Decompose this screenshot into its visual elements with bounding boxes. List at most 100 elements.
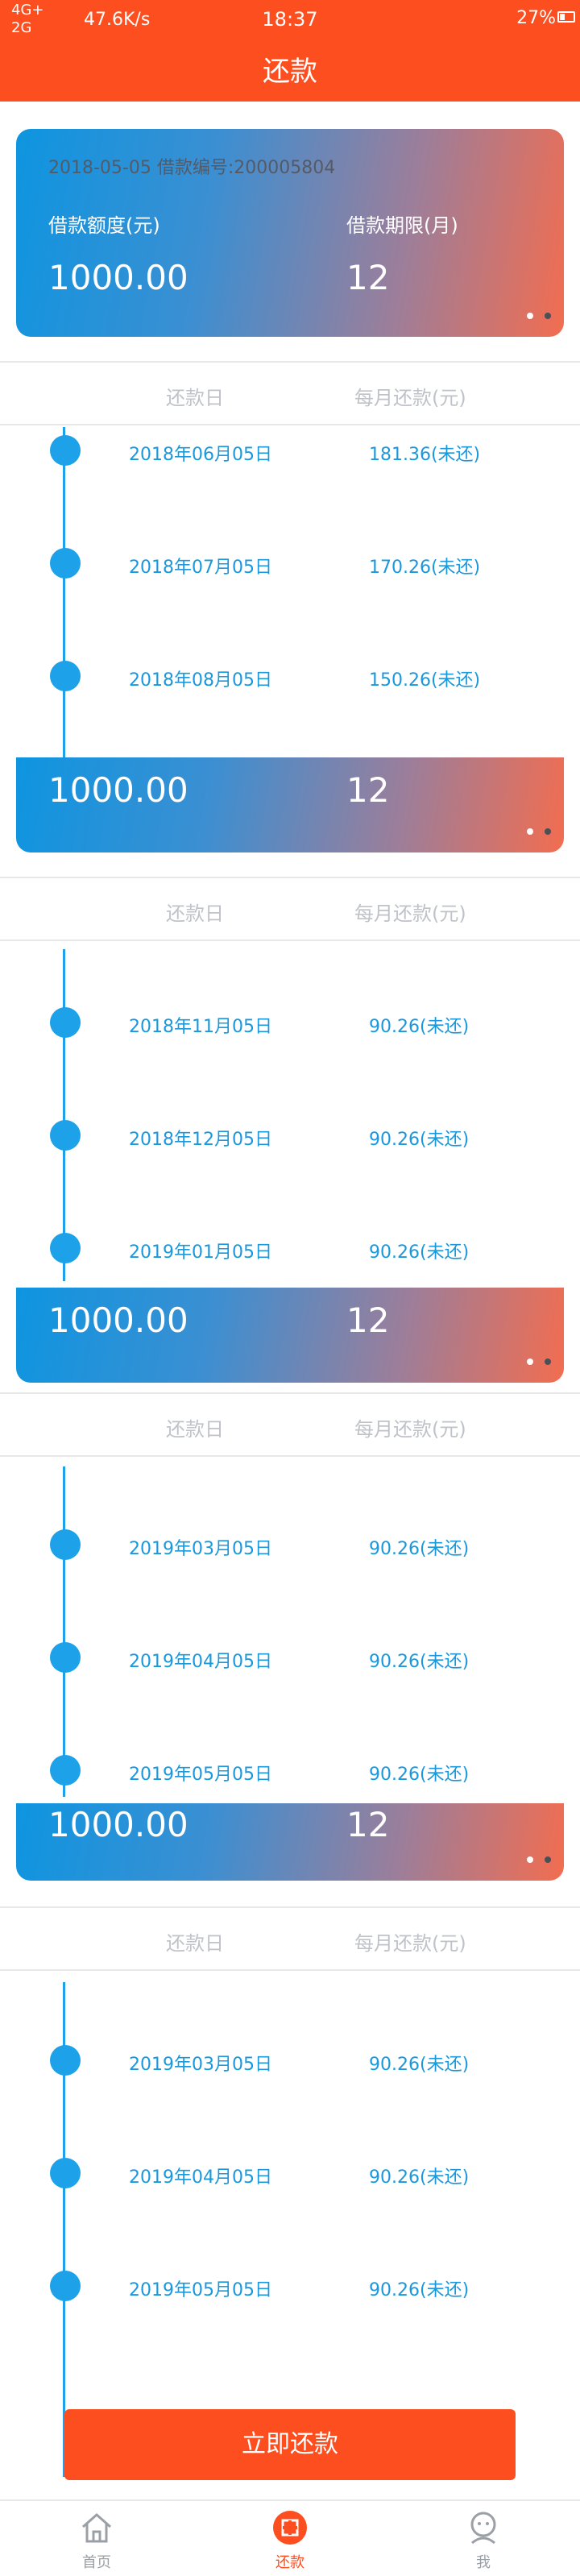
status-bar: 4G+ 2G 47.6K/s 18:37 27% bbox=[0, 0, 580, 42]
table-header: 还款日 每月还款(元) bbox=[0, 1392, 580, 1457]
loan-term: 12 bbox=[346, 1300, 390, 1340]
list-item: 2019年05月05日 90.26(未还) bbox=[0, 2271, 580, 2303]
timeline-node bbox=[50, 1233, 81, 1263]
card-pager[interactable] bbox=[516, 1851, 551, 1866]
loan-card: 1000.00 12 bbox=[16, 757, 564, 852]
loan-amount: 1000.00 bbox=[48, 1805, 188, 1844]
repay-amount: 90.26(未还) bbox=[369, 1017, 470, 1037]
loan-term: 12 bbox=[346, 258, 390, 297]
repay-amount: 90.26(未还) bbox=[369, 2167, 470, 2188]
card-pager[interactable] bbox=[516, 1353, 551, 1368]
loan-term: 12 bbox=[346, 1805, 390, 1844]
repay-date: 2019年03月05日 bbox=[129, 2055, 272, 2075]
timeline-node bbox=[50, 2271, 81, 2301]
term-label: 借款期限(月) bbox=[346, 214, 458, 237]
timeline-node bbox=[50, 548, 81, 579]
timeline-line bbox=[63, 427, 65, 757]
loan-amount: 1000.00 bbox=[48, 770, 188, 810]
table-header: 还款日 每月还款(元) bbox=[0, 361, 580, 425]
timeline-node bbox=[50, 2045, 81, 2076]
repay-amount: 90.26(未还) bbox=[369, 2280, 470, 2300]
repay-date: 2018年07月05日 bbox=[129, 558, 272, 578]
loan-card: 2018-05-05 借款编号:200005804 借款额度(元) 借款期限(月… bbox=[16, 129, 564, 337]
tab-me-label: 我 bbox=[476, 2554, 491, 2571]
loan-date: 2018-05-05 借款编号:200005804 bbox=[48, 158, 336, 178]
timeline-node bbox=[50, 661, 81, 691]
timeline-node bbox=[50, 435, 81, 466]
repay-amount: 181.36(未还) bbox=[369, 445, 481, 465]
repay-date: 2019年04月05日 bbox=[129, 1652, 272, 1672]
loan-section-3: 1000.00 12 还款日 每月还款(元) 2019年03月05日 90.26… bbox=[0, 1288, 580, 1803]
date-col-header: 还款日 bbox=[166, 1932, 224, 1955]
timeline-line bbox=[63, 1466, 65, 1797]
loan-term: 12 bbox=[346, 770, 390, 810]
list-item: 2019年05月05日 90.26(未还) bbox=[0, 1755, 580, 1787]
tab-home[interactable]: 首页 bbox=[48, 2509, 145, 2572]
tab-repay[interactable]: 还款 bbox=[242, 2509, 338, 2572]
list-item: 2018年12月05日 90.26(未还) bbox=[0, 1120, 580, 1152]
repay-date: 2019年04月05日 bbox=[129, 2167, 272, 2188]
list-item: 2018年11月05日 90.26(未还) bbox=[0, 1007, 580, 1039]
amount-col-header: 每月还款(元) bbox=[354, 1418, 466, 1441]
date-col-header: 还款日 bbox=[166, 1418, 224, 1441]
timeline-node bbox=[50, 2158, 81, 2188]
repay-date: 2018年11月05日 bbox=[129, 1017, 272, 1037]
list-item: 2019年03月05日 90.26(未还) bbox=[0, 1529, 580, 1562]
repay-amount: 150.26(未还) bbox=[369, 670, 481, 691]
timeline-node bbox=[50, 1120, 81, 1151]
table-header: 还款日 每月还款(元) bbox=[0, 877, 580, 941]
loan-amount: 1000.00 bbox=[48, 1300, 188, 1340]
amount-col-header: 每月还款(元) bbox=[354, 902, 466, 925]
amount-col-header: 每月还款(元) bbox=[354, 387, 466, 409]
repay-amount: 90.26(未还) bbox=[369, 1539, 470, 1559]
loan-card: 1000.00 12 bbox=[16, 1803, 564, 1881]
repay-amount: 90.26(未还) bbox=[369, 1242, 470, 1263]
timeline-node bbox=[50, 1007, 81, 1038]
loan-section-1: 2018-05-05 借款编号:200005804 借款额度(元) 借款期限(月… bbox=[0, 129, 580, 757]
timeline-node bbox=[50, 1642, 81, 1673]
repay-amount: 170.26(未还) bbox=[369, 558, 481, 578]
amount-col-header: 每月还款(元) bbox=[354, 1932, 466, 1955]
bottom-tab-bar: 首页 还款 我 bbox=[0, 2499, 580, 2576]
home-icon bbox=[82, 2512, 111, 2543]
loan-amount: 1000.00 bbox=[48, 258, 188, 297]
page-title: 还款 bbox=[0, 42, 580, 102]
user-icon bbox=[470, 2512, 496, 2545]
list-item: 2018年08月05日 150.26(未还) bbox=[0, 661, 580, 693]
repay-amount: 90.26(未还) bbox=[369, 2055, 470, 2075]
list-item: 2018年07月05日 170.26(未还) bbox=[0, 548, 580, 580]
clock: 18:37 bbox=[262, 8, 318, 31]
repay-date: 2019年01月05日 bbox=[129, 1242, 272, 1263]
list-item: 2019年04月05日 90.26(未还) bbox=[0, 2158, 580, 2190]
repay-amount: 90.26(未还) bbox=[369, 1652, 470, 1672]
list-item: 2019年01月05日 90.26(未还) bbox=[0, 1233, 580, 1265]
loan-section-4: 1000.00 12 还款日 每月还款(元) 2019年03月05日 90.26… bbox=[0, 1803, 580, 2477]
repay-now-button[interactable]: 立即还款 bbox=[64, 2409, 516, 2480]
timeline-node bbox=[50, 1755, 81, 1786]
tab-home-label: 首页 bbox=[82, 2554, 111, 2571]
timeline-line bbox=[63, 949, 65, 1281]
repay-date: 2018年08月05日 bbox=[129, 670, 272, 691]
repay-date: 2019年03月05日 bbox=[129, 1539, 272, 1559]
list-item: 2019年04月05日 90.26(未还) bbox=[0, 1642, 580, 1674]
battery-percent: 27% bbox=[516, 8, 556, 28]
repay-icon bbox=[273, 2511, 307, 2545]
repay-date: 2019年05月05日 bbox=[129, 2280, 272, 2300]
tab-me[interactable]: 我 bbox=[435, 2509, 532, 2572]
card-pager[interactable] bbox=[516, 307, 551, 322]
repay-date: 2018年06月05日 bbox=[129, 445, 272, 465]
card-pager[interactable] bbox=[516, 823, 551, 838]
repay-amount: 90.26(未还) bbox=[369, 1130, 470, 1150]
loan-card: 1000.00 12 bbox=[16, 1288, 564, 1383]
date-col-header: 还款日 bbox=[166, 387, 224, 409]
date-col-header: 还款日 bbox=[166, 902, 224, 925]
battery-icon bbox=[557, 11, 575, 23]
timeline-node bbox=[50, 1529, 81, 1560]
list-item: 2018年06月05日 181.36(未还) bbox=[0, 435, 580, 467]
repay-date: 2019年05月05日 bbox=[129, 1765, 272, 1785]
loan-section-2: 1000.00 12 还款日 每月还款(元) 2018年11月05日 90.26… bbox=[0, 757, 580, 1281]
amount-label: 借款额度(元) bbox=[48, 214, 160, 237]
repay-date: 2018年12月05日 bbox=[129, 1130, 272, 1150]
tab-repay-label: 还款 bbox=[276, 2554, 304, 2571]
table-header: 还款日 每月还款(元) bbox=[0, 1906, 580, 1971]
